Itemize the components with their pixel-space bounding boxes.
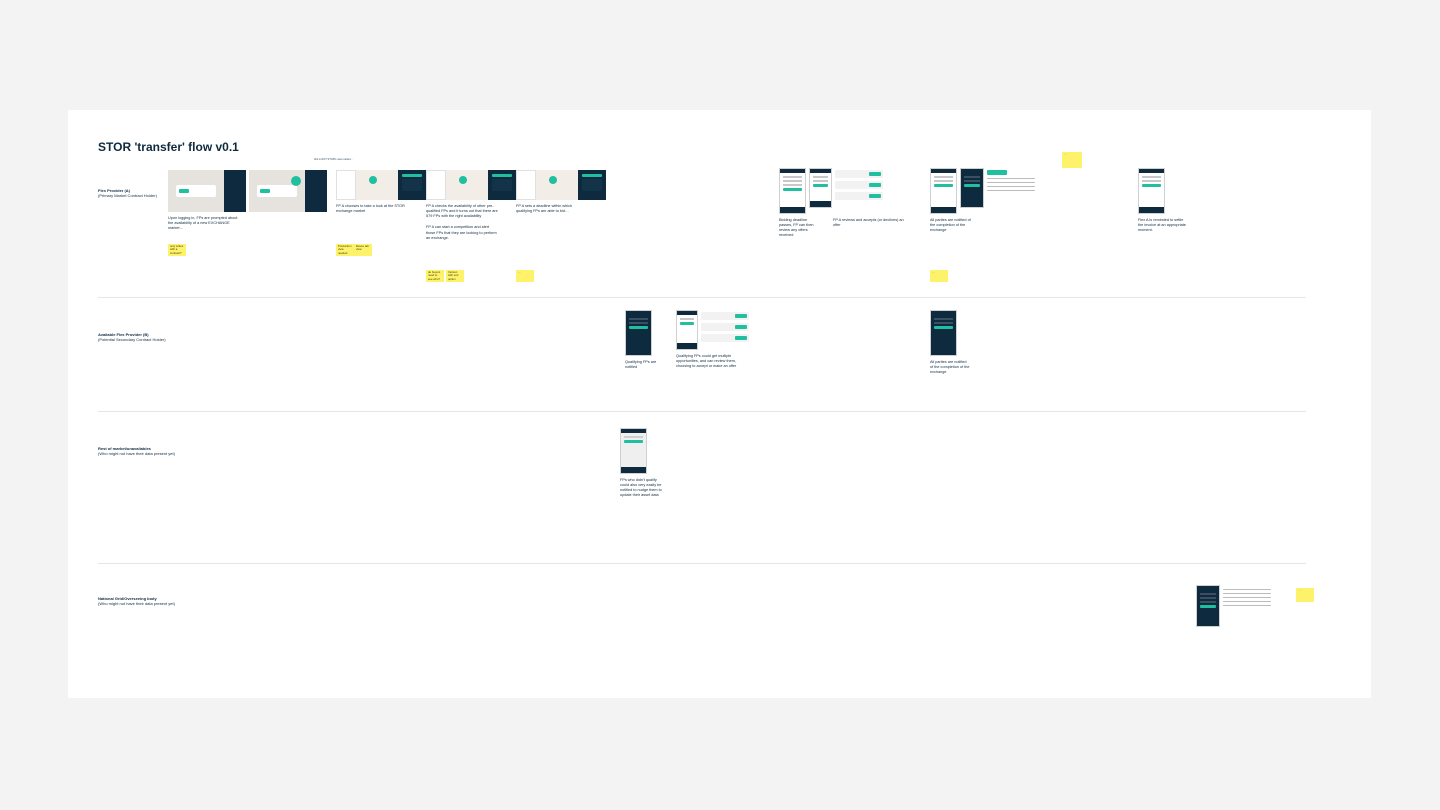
step-a5: FP A sets a deadline within which qualif… — [516, 170, 606, 214]
mock-phone-dark — [930, 310, 957, 356]
mock-phone — [779, 168, 806, 214]
step-caption: FP A can start a competition and alert t… — [426, 225, 498, 240]
mock-summary-lines — [1223, 589, 1271, 627]
mock-dashboard — [168, 170, 246, 212]
step-a3: FP A chooses to take a look at the STOR … — [336, 170, 426, 214]
step-a9: Flex A is reminded to settle the invoice… — [1138, 168, 1198, 233]
lane-label-rest: Rest of market/unavailables (Who might n… — [98, 446, 178, 456]
step-caption: Bidding deadline passes, FP can then rev… — [779, 218, 819, 239]
mock-market-view — [336, 170, 426, 200]
step-caption: All parties are notified of the completi… — [930, 218, 974, 233]
mock-phone — [809, 168, 832, 208]
step-caption: FP A sets a deadline within which qualif… — [516, 204, 586, 214]
step-caption: FP A chooses to take a look at the STOR … — [336, 204, 414, 214]
sticky-note: do buyers need to see who? — [426, 270, 444, 282]
step-caption: Flex A is reminded to settle the invoice… — [1138, 218, 1186, 233]
step-b7: Qualifying FPs could get multiple opport… — [676, 310, 776, 369]
mock-phone — [620, 428, 647, 474]
sticky-note: … — [516, 270, 534, 282]
step-caption: Qualifying FPs are notified — [625, 360, 665, 370]
mock-dashboard — [249, 170, 327, 212]
sticky-note: … — [1062, 152, 1082, 168]
mock-offer-list — [701, 312, 749, 350]
step-a7: Bidding deadline passes, FP can then rev… — [779, 168, 909, 239]
sticky-note: Version with sort option — [446, 270, 464, 282]
sticky-note: … — [1296, 588, 1314, 602]
step-caption: FP A reviews and accepts (or declines) a… — [833, 218, 905, 239]
lane-divider — [98, 297, 1306, 298]
mock-phone — [930, 168, 957, 214]
step-caption: Qualifying FPs could get multiple opport… — [676, 354, 746, 369]
lane-divider — [98, 563, 1306, 564]
step-a4: FP A checks the availability of other pr… — [426, 170, 516, 241]
step-c6: FPs who didn't qualify could also very e… — [620, 428, 680, 499]
mock-deadline-view — [516, 170, 606, 200]
sticky-note: Production view needed — [336, 244, 354, 256]
mock-phone — [1138, 168, 1165, 214]
step-caption: FP A checks the availability of other pr… — [426, 204, 498, 219]
lane-label-fpb: Available Flex Provider (B) (Potential S… — [98, 332, 178, 342]
lane-label-fpa: Flex Provider (A) (Primary Market Contra… — [98, 188, 178, 198]
top-minor-label: this is NOT STOR's new market... — [314, 158, 353, 161]
lane-divider — [98, 411, 1306, 412]
lane-label-sub: (Who might not have their data present y… — [98, 601, 178, 606]
mock-availability-view — [426, 170, 516, 200]
step-b8: All parties are notified of the completi… — [930, 310, 990, 375]
mock-offer-list — [835, 170, 883, 208]
page-title: STOR 'transfer' flow v0.1 — [98, 140, 239, 154]
step-caption: FPs who didn't qualify could also very e… — [620, 478, 664, 499]
step-caption: All parties are notified of the completi… — [930, 360, 970, 375]
lane-label-ng: National Grid/Overseeing body (Who might… — [98, 596, 178, 606]
lane-label-sub: (Who might not have their data present y… — [98, 451, 178, 456]
sticky-note: … — [930, 270, 948, 282]
mock-phone-dark — [960, 168, 984, 208]
step-ng — [1196, 585, 1296, 627]
step-caption: Upon logging in, FPs are prompted about … — [168, 216, 238, 231]
mock-summary-lines — [987, 170, 1035, 214]
sticky-note: only writes with a contract? — [168, 244, 186, 256]
lane-label-sub: (Potential Secondary Contract Holder) — [98, 337, 178, 342]
lane-label-sub: (Primary Market Contract Holder) — [98, 193, 178, 198]
mock-phone-dark — [1196, 585, 1220, 627]
step-a8: All parties are notified of the completi… — [930, 168, 1070, 233]
mock-phone-dark — [625, 310, 652, 356]
mock-phone — [676, 310, 698, 350]
step-a1: Upon logging in, FPs are prompted about … — [168, 170, 328, 231]
sticky-note: Reuse tab view — [354, 244, 372, 256]
